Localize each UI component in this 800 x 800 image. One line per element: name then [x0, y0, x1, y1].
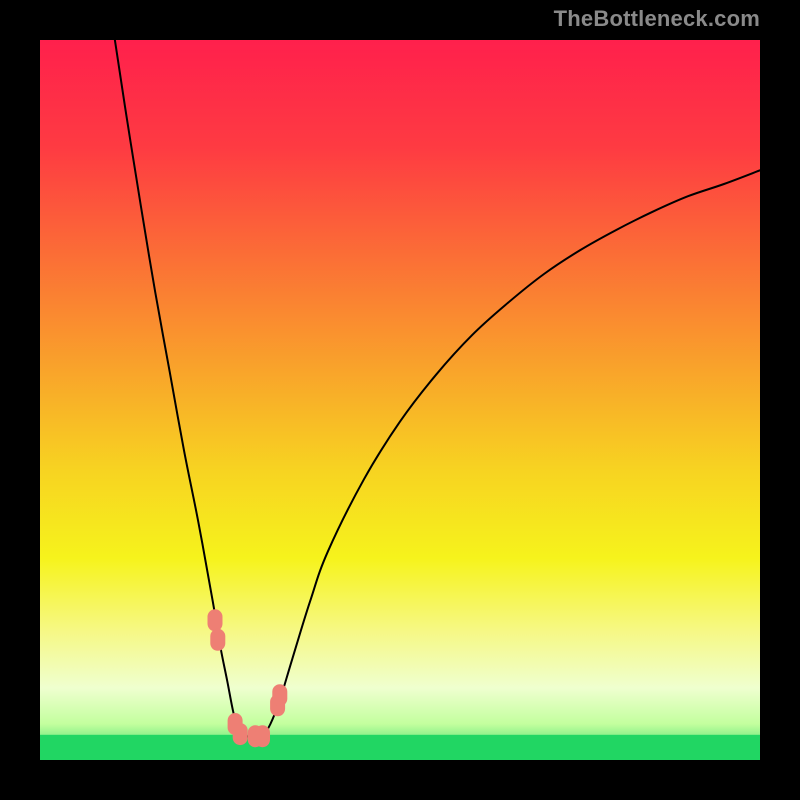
- plot-area: [40, 40, 760, 760]
- marker-point: [210, 629, 225, 651]
- chart-frame: TheBottleneck.com: [0, 0, 800, 800]
- marker-point: [208, 609, 223, 631]
- highlight-markers: [40, 40, 760, 760]
- marker-point: [233, 723, 248, 745]
- marker-point: [272, 684, 287, 706]
- marker-point: [255, 725, 270, 747]
- watermark-text: TheBottleneck.com: [554, 6, 760, 32]
